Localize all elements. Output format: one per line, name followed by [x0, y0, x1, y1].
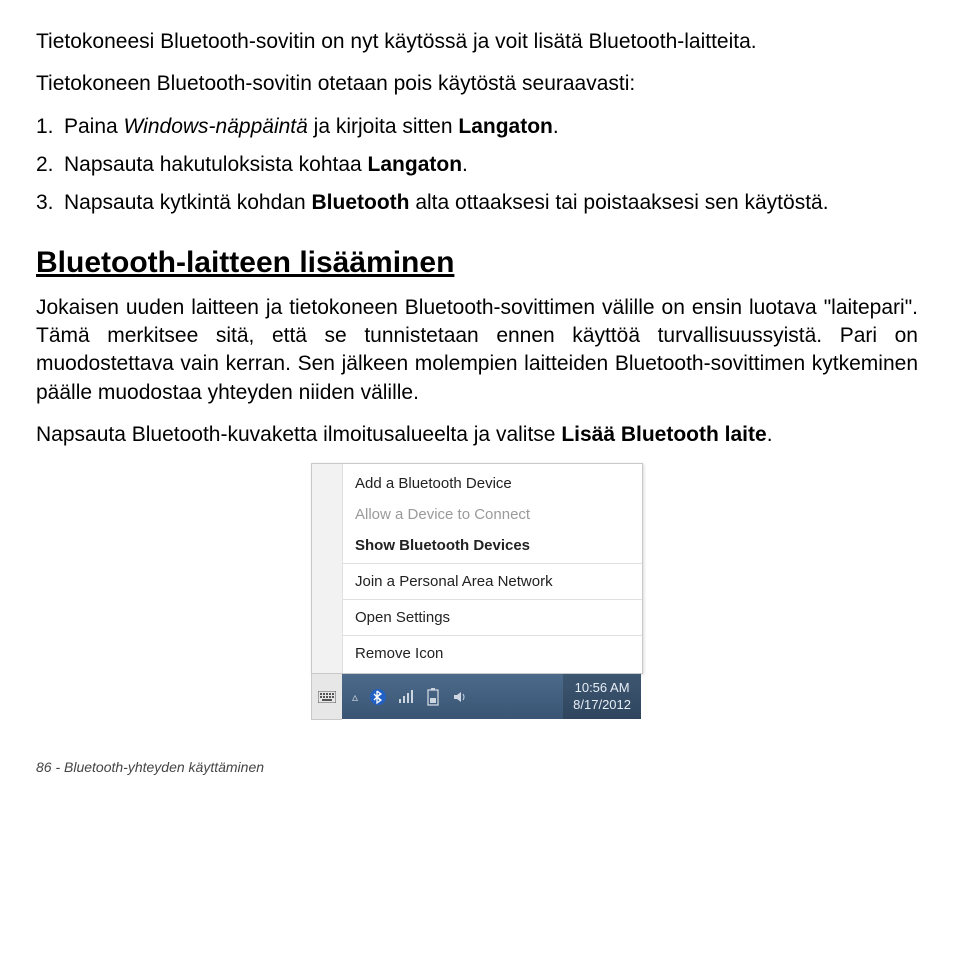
text: alta ottaaksesi tai poistaaksesi sen käy… [409, 191, 828, 214]
menu-item-allow-connect: Allow a Device to Connect [343, 499, 642, 530]
battery-icon[interactable] [426, 688, 440, 706]
menu-icon-gutter [312, 464, 343, 673]
menu-item-join-pan[interactable]: Join a Personal Area Network [343, 566, 642, 597]
list-item: 1. Paina Windows-näppäintä ja kirjoita s… [36, 113, 918, 141]
intro-paragraph-2: Tietokoneen Bluetooth-sovitin otetaan po… [36, 70, 918, 98]
list-body: Paina Windows-näppäintä ja kirjoita sitt… [64, 113, 918, 141]
text: Napsauta kytkintä kohdan [64, 191, 312, 214]
keyboard-icon[interactable] [311, 673, 342, 720]
figure-inner: Add a Bluetooth Device Allow a Device to… [311, 463, 643, 719]
menu-items: Add a Bluetooth Device Allow a Device to… [343, 464, 642, 673]
menu-separator [343, 563, 642, 564]
wireless-label: Langaton [458, 115, 553, 138]
text: ja kirjoita sitten [308, 115, 459, 138]
taskbar: ▵ 10:56 AM 8/17/2012 [311, 674, 641, 719]
section-heading: Bluetooth-laitteen lisääminen [36, 246, 918, 280]
text: . [553, 115, 559, 138]
windows-key-text: Windows-näppäintä [124, 115, 308, 138]
page-footer: 86 - Bluetooth-yhteyden käyttäminen [36, 759, 918, 775]
menu-item-add-device[interactable]: Add a Bluetooth Device [343, 468, 642, 499]
bluetooth-icon[interactable] [370, 689, 386, 705]
text: . [767, 423, 773, 446]
text: Napsauta Bluetooth-kuvaketta ilmoitusalu… [36, 423, 561, 446]
list-body: Napsauta hakutuloksista kohtaa Langaton. [64, 151, 918, 179]
list-item: 2. Napsauta hakutuloksista kohtaa Langat… [36, 151, 918, 179]
wireless-label: Langaton [368, 153, 463, 176]
instruction-paragraph: Napsauta Bluetooth-kuvaketta ilmoitusalu… [36, 421, 918, 449]
clock-time: 10:56 AM [573, 680, 631, 697]
screenshot-figure: Add a Bluetooth Device Allow a Device to… [36, 463, 918, 719]
list-number: 2. [36, 151, 64, 179]
clock-date: 8/17/2012 [573, 697, 631, 714]
add-device-label: Lisää Bluetooth laite [561, 423, 766, 446]
list-item: 3. Napsauta kytkintä kohdan Bluetooth al… [36, 189, 918, 217]
list-number: 1. [36, 113, 64, 141]
bluetooth-label: Bluetooth [312, 191, 410, 214]
menu-separator [343, 599, 642, 600]
text: Napsauta hakutuloksista kohtaa [64, 153, 368, 176]
menu-item-open-settings[interactable]: Open Settings [343, 602, 642, 633]
menu-item-show-devices[interactable]: Show Bluetooth Devices [343, 530, 642, 561]
disable-steps-list: 1. Paina Windows-näppäintä ja kirjoita s… [36, 113, 918, 218]
tray-expand-icon[interactable]: ▵ [352, 690, 358, 704]
taskbar-clock[interactable]: 10:56 AM 8/17/2012 [563, 674, 641, 719]
menu-item-remove-icon[interactable]: Remove Icon [343, 638, 642, 669]
network-icon[interactable] [398, 689, 414, 705]
intro-paragraph-1: Tietokoneesi Bluetooth-sovitin on nyt kä… [36, 28, 918, 56]
pairing-paragraph: Jokaisen uuden laitteen ja tietokoneen B… [36, 294, 918, 407]
text: . [462, 153, 468, 176]
tray-icons: ▵ [342, 688, 468, 706]
menu-separator [343, 635, 642, 636]
volume-icon[interactable] [452, 689, 468, 705]
text: Paina [64, 115, 124, 138]
list-number: 3. [36, 189, 64, 217]
bluetooth-context-menu: Add a Bluetooth Device Allow a Device to… [311, 463, 643, 674]
list-body: Napsauta kytkintä kohdan Bluetooth alta … [64, 189, 918, 217]
